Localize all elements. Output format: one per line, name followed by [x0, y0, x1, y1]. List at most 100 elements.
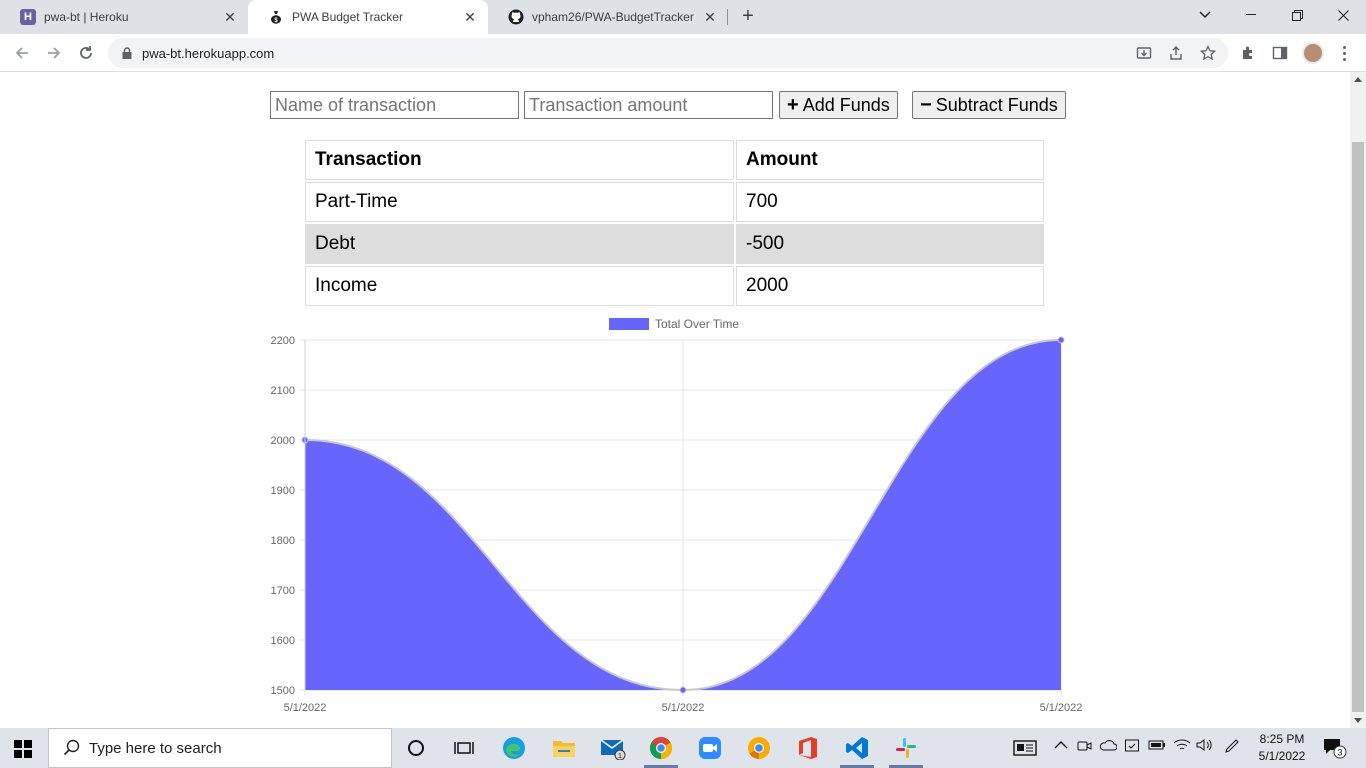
show-hidden-icons[interactable] — [1054, 738, 1068, 753]
news-widget-icon[interactable] — [1012, 735, 1038, 761]
restore-button[interactable] — [1274, 0, 1320, 30]
file-explorer-icon[interactable] — [551, 735, 577, 761]
tab-title: pwa-bt | Heroku — [44, 10, 129, 24]
minus-icon: − — [920, 94, 932, 116]
lock-icon[interactable] — [120, 46, 134, 60]
edge-icon[interactable] — [501, 735, 527, 761]
x-tick-label: 5/1/2022 — [284, 702, 327, 714]
y-tick-label: 1700 — [271, 585, 295, 597]
scroll-down-arrow[interactable] — [1354, 718, 1362, 723]
y-tick-label: 1500 — [271, 685, 295, 697]
scrollbar-thumb[interactable] — [1352, 142, 1364, 712]
header-amount: Amount — [736, 140, 1044, 180]
header-transaction: Transaction — [305, 140, 734, 180]
reload-button[interactable] — [74, 41, 98, 65]
defender-icon[interactable] — [1124, 738, 1140, 757]
install-app-icon[interactable] — [1134, 43, 1154, 63]
legend-swatch — [609, 318, 649, 330]
office-icon[interactable] — [795, 735, 821, 761]
transaction-name-cell: Income — [305, 266, 734, 306]
close-window-button[interactable] — [1320, 0, 1366, 30]
chrome-menu-icon[interactable] — [1336, 42, 1352, 64]
total-over-time-chart: 1500 1600 1700 1800 1900 2000 2100 2200 5/1/2022… — [271, 317, 1083, 714]
transaction-name-cell: Part-Time — [305, 182, 734, 222]
add-funds-button[interactable]: + Add Funds — [779, 91, 898, 119]
transaction-amount-cell: -500 — [736, 224, 1044, 264]
legend-label: Total Over Time — [655, 317, 739, 331]
y-tick-label: 1600 — [271, 635, 295, 647]
onedrive-icon[interactable] — [1099, 738, 1118, 755]
address-bar[interactable]: pwa-bt.herokuapp.com — [108, 38, 1228, 68]
battery-icon[interactable] — [1148, 738, 1166, 755]
windows-taskbar: Type here to search 1 8:25 PM 5/1/2022 3 — [0, 728, 1366, 768]
bookmark-star-icon[interactable] — [1198, 43, 1218, 63]
close-icon[interactable]: ✕ — [462, 9, 478, 25]
side-panel-icon[interactable] — [1270, 43, 1290, 63]
mail-badge-count: 1 — [618, 753, 622, 760]
share-icon[interactable] — [1166, 43, 1186, 63]
slack-icon[interactable] — [889, 735, 923, 768]
taskbar-search-placeholder: Type here to search — [89, 739, 222, 757]
new-tab-button[interactable]: + — [737, 6, 759, 28]
clock-date: 5/1/2022 — [1258, 749, 1306, 763]
clock-time: 8:25 PM — [1259, 732, 1305, 746]
forward-button[interactable] — [42, 41, 66, 65]
task-view-icon[interactable] — [451, 735, 477, 761]
y-tick-label: 2000 — [271, 435, 295, 447]
browser-toolbar: pwa-bt.herokuapp.com — [0, 34, 1366, 72]
data-point — [679, 686, 687, 694]
subtract-funds-button[interactable]: − Subtract Funds — [912, 91, 1066, 119]
url-text: pwa-bt.herokuapp.com — [142, 45, 275, 61]
cortana-icon[interactable] — [403, 735, 429, 761]
close-icon[interactable]: ✕ — [702, 9, 718, 25]
zoom-icon[interactable] — [697, 735, 723, 761]
volume-icon[interactable] — [1196, 738, 1214, 755]
y-tick-label: 1900 — [271, 485, 295, 497]
table-row: Part-Time 700 — [305, 182, 1044, 222]
tab-pwa-budget-tracker[interactable]: $ PWA Budget Tracker ✕ — [248, 0, 488, 34]
github-icon — [508, 9, 524, 25]
taskbar-search-box[interactable]: Type here to search — [48, 728, 392, 768]
heroku-icon: H — [20, 9, 36, 25]
page-content: + Add Funds − Subtract Funds Transaction… — [0, 72, 1350, 728]
table-row: Income 2000 — [305, 266, 1044, 306]
x-tick-label: 5/1/2022 — [662, 702, 705, 714]
y-tick-label: 2100 — [271, 385, 295, 397]
data-point — [1057, 336, 1065, 344]
plus-icon: + — [787, 94, 799, 116]
table-header-row: Transaction Amount — [305, 140, 1044, 180]
extensions-icon[interactable] — [1238, 43, 1258, 63]
wifi-icon[interactable] — [1173, 738, 1191, 755]
chrome-canary-icon[interactable] — [746, 735, 772, 761]
transaction-amount-cell: 700 — [736, 182, 1044, 222]
tab-github[interactable]: vpham26/PWA-BudgetTracker ✕ — [488, 0, 728, 34]
money-bag-icon: $ — [268, 9, 284, 25]
minimize-button[interactable] — [1228, 0, 1274, 30]
notification-count: 3 — [1337, 748, 1342, 758]
transaction-name-input[interactable] — [270, 91, 519, 119]
transaction-amount-cell: 2000 — [736, 266, 1044, 306]
tab-heroku[interactable]: H pwa-bt | Heroku ✕ — [0, 0, 248, 34]
transaction-amount-input[interactable] — [524, 91, 773, 119]
table-row: Debt -500 — [305, 224, 1044, 264]
y-tick-label: 2200 — [271, 335, 295, 347]
vscode-icon[interactable] — [840, 735, 874, 768]
back-button[interactable] — [10, 41, 34, 65]
page-scrollbar[interactable] — [1350, 72, 1366, 728]
transactions-table: Transaction Amount Part-Time 700 Debt -5… — [303, 138, 1046, 308]
scroll-up-arrow[interactable] — [1354, 77, 1362, 82]
profile-avatar[interactable] — [1302, 42, 1324, 64]
taskbar-clock[interactable]: 8:25 PM 5/1/2022 — [1256, 731, 1308, 765]
meet-now-icon[interactable] — [1076, 738, 1092, 757]
close-icon[interactable]: ✕ — [222, 9, 238, 25]
notifications-icon[interactable]: 3 — [1323, 737, 1347, 762]
tab-title: vpham26/PWA-BudgetTracker — [532, 10, 694, 24]
mail-icon[interactable]: 1 — [600, 735, 626, 761]
chrome-taskbar-icon[interactable] — [644, 735, 678, 768]
subtract-funds-label: Subtract Funds — [935, 94, 1058, 115]
tab-divider — [727, 9, 728, 25]
pen-icon[interactable] — [1224, 738, 1242, 757]
windows-start-icon[interactable] — [14, 740, 32, 758]
tab-search-button[interactable] — [1182, 0, 1228, 30]
tab-strip: H pwa-bt | Heroku ✕ $ PWA Budget Tracker… — [0, 0, 1366, 34]
